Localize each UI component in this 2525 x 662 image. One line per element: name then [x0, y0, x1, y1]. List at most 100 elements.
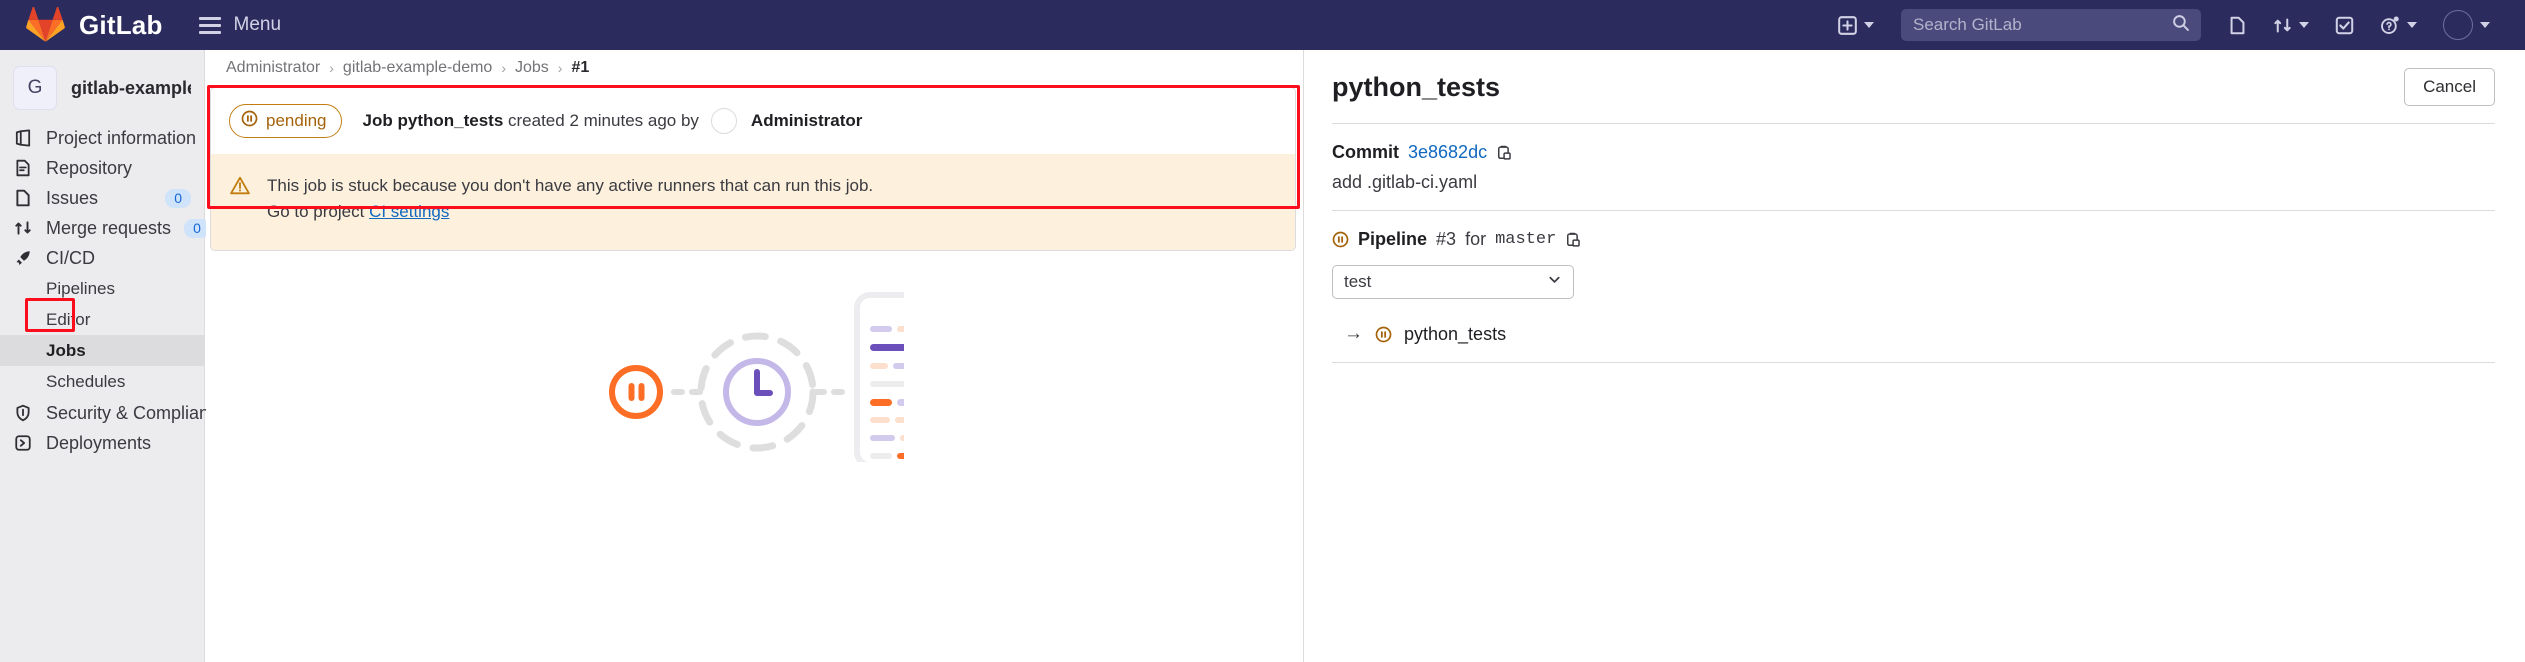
- todos-nav-button[interactable]: [2322, 0, 2367, 50]
- breadcrumb-item-project[interactable]: gitlab-example-demo: [343, 59, 492, 77]
- status-pending-icon: [1332, 231, 1349, 248]
- code-document-icon: [854, 292, 984, 468]
- arrow-right-icon: →: [1344, 323, 1363, 344]
- help-nav-dropdown[interactable]: [2367, 0, 2430, 50]
- ci-settings-link[interactable]: CI settings: [369, 202, 449, 221]
- sidebar-item-repository[interactable]: Repository: [0, 153, 204, 183]
- plus-square-icon: [1838, 0, 1857, 50]
- commit-section: Commit 3e8682dc add .gitlab-ci.yaml: [1332, 124, 2495, 193]
- sidebar-item-label: Security & Compliance: [46, 402, 229, 423]
- avatar[interactable]: [710, 108, 737, 134]
- top-navbar: GitLab Menu Search GitLab: [0, 0, 2525, 50]
- merge-requests-nav-dropdown[interactable]: [2260, 0, 2322, 50]
- menu-label: Menu: [233, 14, 282, 35]
- issues-icon: [2228, 0, 2247, 50]
- breadcrumb-current-job[interactable]: #1: [571, 59, 589, 77]
- create-new-dropdown[interactable]: [1825, 0, 1887, 50]
- breadcrumb-item-administrator[interactable]: Administrator: [226, 59, 320, 77]
- merge-request-icon: [13, 219, 33, 237]
- sidebar-item-editor[interactable]: Editor: [0, 304, 204, 335]
- sidebar-item-issues[interactable]: Issues 0: [0, 183, 204, 213]
- rocket-icon: [13, 249, 33, 267]
- breadcrumb-item-jobs[interactable]: Jobs: [515, 59, 549, 77]
- sidebar-item-merge-requests[interactable]: Merge requests 0: [0, 213, 210, 243]
- project-header-link[interactable]: G gitlab-example-demo: [0, 59, 204, 123]
- project-avatar: G: [13, 66, 57, 110]
- project-name: gitlab-example-demo: [71, 77, 191, 98]
- search-placeholder: Search GitLab: [1913, 15, 2022, 34]
- job-header-text: Job python_tests created 2 minutes ago b…: [363, 108, 862, 134]
- breadcrumb-separator: ›: [329, 60, 334, 76]
- sidebar-item-ci-cd[interactable]: CI/CD: [0, 243, 204, 273]
- search-input[interactable]: Search GitLab: [1901, 9, 2201, 41]
- job-author-link[interactable]: Administrator: [751, 111, 862, 131]
- deployments-icon: [13, 434, 33, 452]
- sidebar-item-label: Editor: [46, 309, 91, 329]
- main-menu-button[interactable]: Menu: [198, 14, 282, 36]
- sidebar-item-label: Merge requests: [46, 217, 172, 238]
- status-pending-icon: [241, 110, 258, 132]
- pipeline-for-text: for: [1465, 229, 1487, 249]
- copy-to-clipboard-icon[interactable]: [1496, 144, 1513, 161]
- sidebar-item-project-information[interactable]: Project information: [0, 123, 204, 153]
- sidebar-item-label: Jobs: [46, 340, 86, 360]
- clock-dashed-icon: [697, 332, 817, 452]
- help-question-icon: [2380, 0, 2400, 50]
- copy-to-clipboard-icon[interactable]: [1565, 231, 1582, 248]
- sidebar-item-label: CI/CD: [46, 247, 95, 268]
- sidebar-item-security-compliance[interactable]: Security & Compliance: [0, 398, 228, 428]
- job-right-sidebar: python_tests Cancel Commit 3e8682dc add …: [1303, 50, 2525, 662]
- stage-jobs-list: → python_tests: [1332, 299, 2495, 363]
- job-name: python_tests: [397, 111, 504, 130]
- cancel-button[interactable]: Cancel: [2404, 68, 2495, 106]
- list-item[interactable]: → python_tests: [1332, 318, 2495, 362]
- pipeline-section: Pipeline #3 for master test: [1332, 211, 2495, 299]
- hamburger-menu-icon: [198, 16, 221, 34]
- sidebar-item-schedules[interactable]: Schedules: [0, 366, 204, 397]
- pipeline-row: Pipeline #3 for master: [1332, 229, 2495, 250]
- pipeline-number[interactable]: #3: [1436, 229, 1456, 250]
- gitlab-logo-icon: [26, 7, 65, 42]
- warning-triangle-icon: [229, 173, 251, 202]
- sidebar-item-label: Project information: [46, 127, 197, 148]
- brand-home-link[interactable]: GitLab: [0, 7, 163, 43]
- commit-message: add .gitlab-ci.yaml: [1332, 172, 1478, 192]
- breadcrumb-separator: ›: [501, 60, 506, 76]
- status-badge-label: pending: [266, 111, 327, 130]
- alert-message: This job is stuck because you don't have…: [267, 173, 873, 226]
- user-avatar-icon: [2443, 10, 2473, 40]
- sidebar-item-label: Repository: [46, 157, 133, 178]
- issues-nav-button[interactable]: [2215, 0, 2260, 50]
- sidebar-item-label: Schedules: [46, 371, 126, 391]
- sidebar-item-pipelines[interactable]: Pipelines: [0, 273, 204, 304]
- project-sidebar: G gitlab-example-demo Project informatio…: [0, 50, 228, 662]
- sidebar-item-label: Deployments: [46, 432, 152, 453]
- issues-icon: [13, 189, 33, 207]
- job-detail-card: pending Job python_tests created 2 minut…: [210, 87, 1296, 251]
- pipeline-ref-branch[interactable]: master: [1495, 230, 1556, 249]
- pipeline-label: Pipeline: [1358, 229, 1428, 249]
- job-created-text: created 2 minutes ago by: [508, 111, 699, 130]
- stage-selected-value: test: [1344, 272, 1372, 291]
- stuck-job-alert: This job is stuck because you don't have…: [211, 154, 1295, 250]
- status-badge[interactable]: pending: [229, 104, 342, 138]
- sidebar-item-deployments[interactable]: Deployments: [0, 428, 204, 458]
- commit-sha-link[interactable]: 3e8682dc: [1408, 142, 1487, 163]
- right-panel-header: python_tests Cancel: [1332, 68, 2495, 106]
- issues-count-badge: 0: [165, 188, 191, 208]
- commit-label: Commit: [1332, 142, 1399, 162]
- merge-request-icon: [2273, 0, 2292, 50]
- empty-state-illustration: [604, 286, 984, 468]
- job-main-content: pending Job python_tests created 2 minut…: [206, 85, 1303, 662]
- search-icon: [2172, 14, 2189, 36]
- user-menu-dropdown[interactable]: [2430, 0, 2503, 50]
- breadcrumb-separator: ›: [557, 60, 563, 76]
- project-information-icon: [13, 129, 33, 147]
- status-pending-icon: [1375, 326, 1392, 343]
- navbar-right-group: Search GitLab: [1825, 0, 2525, 50]
- sidebar-item-label: Pipelines: [46, 278, 115, 298]
- chevron-down-icon: [1547, 272, 1562, 292]
- stage-select-dropdown[interactable]: test: [1332, 265, 1574, 299]
- alert-line-1: This job is stuck because you don't have…: [267, 176, 874, 195]
- sidebar-item-jobs[interactable]: Jobs: [0, 335, 204, 366]
